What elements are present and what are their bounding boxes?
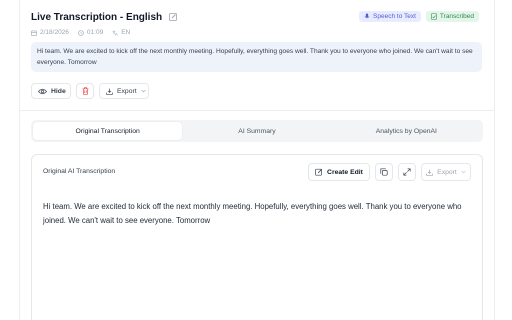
left-border <box>19 0 20 320</box>
page-title: Live Transcription - English <box>31 11 163 23</box>
hide-button[interactable]: Hide <box>31 83 71 99</box>
hide-label: Hide <box>51 87 66 95</box>
create-edit-label: Create Edit <box>327 168 363 176</box>
meta-duration: 01:09 <box>78 29 103 36</box>
card-export-button[interactable]: Export <box>421 163 471 181</box>
transcribed-badge: Transcribed <box>425 11 479 22</box>
transcription-panel: Live Transcription - English Speech to T… <box>0 0 512 320</box>
card-actions: Create Edit Export <box>308 163 471 181</box>
date-value: 2/18/2026 <box>40 29 69 36</box>
eye-icon <box>38 88 47 95</box>
speech-to-text-label: Speech to Text <box>373 13 416 20</box>
right-border <box>494 0 495 320</box>
tab-bar: Original Transcription AI Summary Analyt… <box>31 120 483 142</box>
transcribed-label: Transcribed <box>439 13 474 20</box>
section-divider <box>20 110 494 111</box>
title-row: Live Transcription - English <box>31 10 178 24</box>
speech-to-text-badge: Speech to Text <box>359 11 421 22</box>
export-label: Export <box>117 87 137 95</box>
toolbar: Hide Export <box>31 83 149 99</box>
check-doc-icon <box>431 13 437 20</box>
language-value: EN <box>121 29 131 36</box>
meta-language: EN <box>112 29 130 36</box>
expand-icon <box>403 168 411 176</box>
calendar-icon <box>31 30 37 36</box>
card-export-label: Export <box>437 168 457 176</box>
expand-button[interactable] <box>398 163 416 181</box>
meta-row: 2/18/2026 01:09 EN <box>31 29 130 36</box>
tab-analytics[interactable]: Analytics by OpenAI <box>332 122 481 140</box>
transcript-card: Original AI Transcription Create Edit Ex… <box>31 154 483 320</box>
tab-ai-summary[interactable]: AI Summary <box>182 122 331 140</box>
create-edit-button[interactable]: Create Edit <box>308 163 370 181</box>
copy-button[interactable] <box>375 163 393 181</box>
transcript-body: Hi team. We are excited to kick off the … <box>43 202 462 225</box>
copy-icon <box>380 168 388 176</box>
trash-icon <box>82 87 89 95</box>
pencil-icon[interactable] <box>168 12 178 22</box>
duration-value: 01:09 <box>86 29 104 36</box>
download-icon <box>426 169 433 176</box>
export-button[interactable]: Export <box>99 83 149 99</box>
clock-icon <box>78 29 84 36</box>
download-icon <box>106 88 113 95</box>
edit-icon <box>315 168 323 176</box>
chevron-down-icon <box>141 89 146 93</box>
status-badges: Speech to Text Transcribed <box>359 11 479 22</box>
card-heading: Original AI Transcription <box>43 168 116 175</box>
meta-date: 2/18/2026 <box>31 29 69 36</box>
delete-button[interactable] <box>76 83 94 99</box>
chevron-down-icon <box>461 170 466 174</box>
mic-icon <box>364 13 370 20</box>
transcript-preview: Hi team. We are excited to kick off the … <box>31 42 482 72</box>
translate-icon <box>112 30 118 36</box>
tab-original-transcription[interactable]: Original Transcription <box>33 122 183 140</box>
